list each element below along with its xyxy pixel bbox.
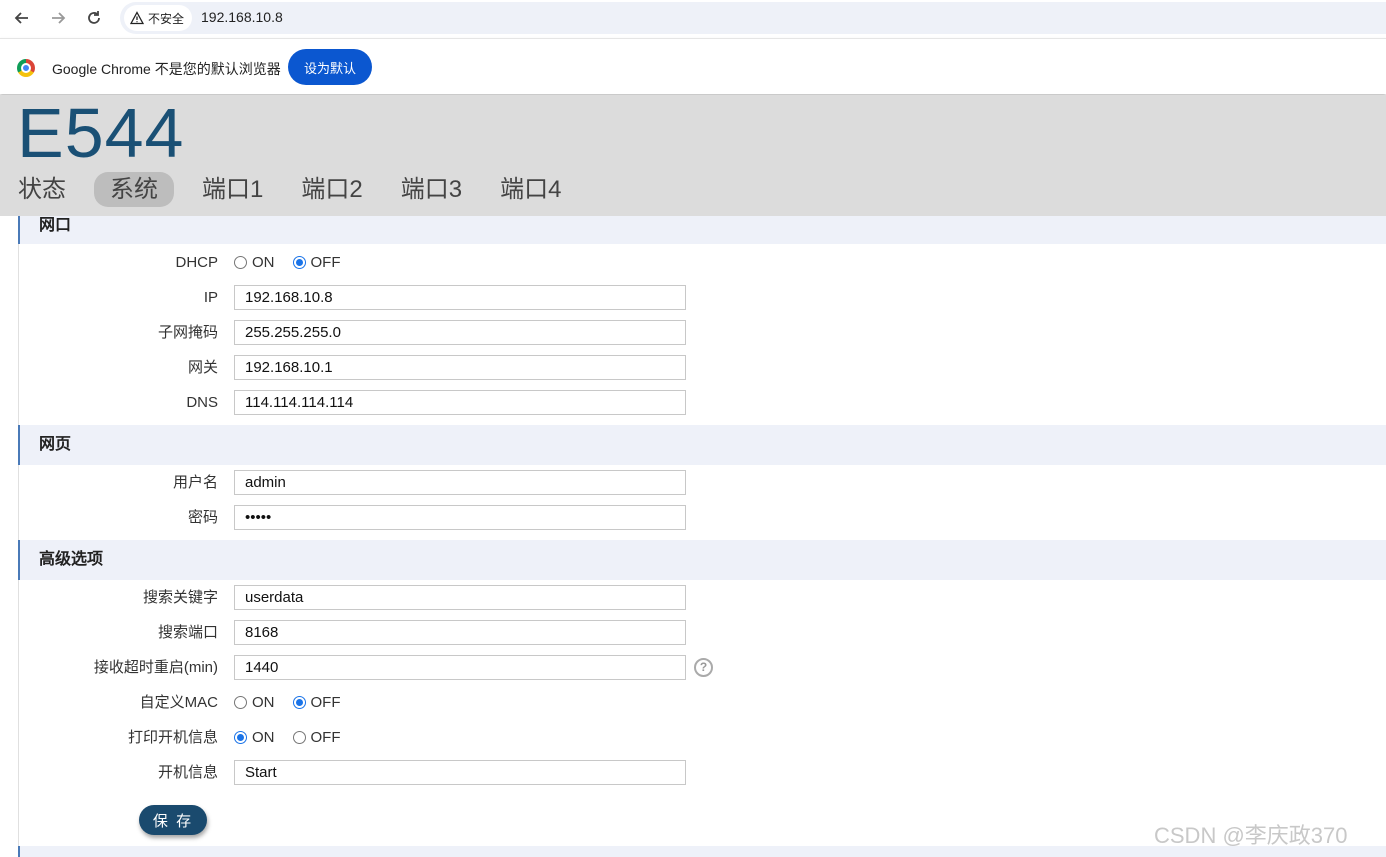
tab-port1[interactable]: 端口1 [192, 172, 273, 207]
password-input[interactable]: ••••• [234, 505, 686, 530]
tab-system[interactable]: 系统 [94, 172, 174, 207]
page-header: E544 状态 系统 端口1 端口2 端口3 端口4 [0, 94, 1386, 216]
username-row: 用户名 admin [18, 465, 1386, 500]
back-icon[interactable] [10, 6, 34, 30]
search-keyword-input[interactable]: userdata [234, 585, 686, 610]
reload-icon[interactable] [82, 6, 106, 30]
custom-mac-on-label[interactable]: ON [252, 694, 275, 711]
print-boot-off-radio[interactable] [292, 731, 306, 744]
print-boot-off-label[interactable]: OFF [311, 729, 341, 746]
custom-mac-off-label[interactable]: OFF [311, 694, 341, 711]
dhcp-off-radio[interactable] [292, 256, 306, 269]
web-page: E544 状态 系统 端口1 端口2 端口3 端口4 网口 DHCP ON OF… [0, 94, 1386, 857]
username-label: 用户名 [172, 474, 218, 491]
custom-mac-on-radio[interactable] [234, 696, 247, 709]
search-port-input[interactable]: 8168 [234, 620, 686, 645]
warning-icon [130, 11, 144, 25]
print-boot-radio-group: ON OFF [234, 720, 359, 755]
search-port-label: 搜索端口 [157, 624, 218, 641]
ip-label: IP [203, 289, 218, 306]
security-chip[interactable]: 不安全 [124, 5, 193, 31]
section-advanced-heading: 高级选项 [18, 540, 1386, 580]
infobar-message: Google Chrome 不是您的默认浏览器 [52, 61, 281, 77]
help-icon[interactable]: ? [694, 658, 713, 677]
custom-mac-label: 自定义MAC [139, 694, 218, 711]
boot-msg-row: 开机信息 Start [18, 755, 1386, 790]
security-label: 不安全 [148, 11, 185, 26]
watermark: CSDN @李庆政370 [1154, 823, 1348, 848]
save-button[interactable]: 保 存 [139, 805, 207, 835]
timeout-row: 接收超时重启(min) 1440 ? [18, 650, 1386, 685]
set-default-button[interactable]: 设为默认 [288, 49, 372, 85]
custom-mac-row: 自定义MAC ON OFF [18, 685, 1386, 720]
timeout-label: 接收超时重启(min) [93, 659, 218, 676]
url-text[interactable]: 192.168.10.8 [201, 9, 283, 25]
default-browser-infobar: Google Chrome 不是您的默认浏览器 设为默认 [0, 38, 1386, 94]
device-title: E544 [17, 94, 185, 172]
password-label: 密码 [187, 509, 218, 526]
address-bar[interactable]: 不安全 192.168.10.8 [120, 2, 1386, 34]
password-row: 密码 ••••• [18, 500, 1386, 535]
username-input[interactable]: admin [234, 470, 686, 495]
dns-row: DNS 114.114.114.114 [18, 385, 1386, 420]
main-tabs: 状态 系统 端口1 端口2 端口3 端口4 [8, 172, 589, 207]
boot-msg-label: 开机信息 [157, 764, 218, 781]
browser-toolbar: 不安全 192.168.10.8 [0, 0, 1386, 36]
dhcp-on-label[interactable]: ON [252, 254, 275, 271]
ip-row: IP 192.168.10.8 [18, 280, 1386, 315]
print-boot-label: 打印开机信息 [127, 729, 218, 746]
settings-form: 网口 DHCP ON OFF IP 192.168.10.8 子网掩码 255.… [18, 216, 1386, 857]
dns-input[interactable]: 114.114.114.114 [234, 390, 686, 415]
mask-label: 子网掩码 [157, 324, 218, 341]
print-boot-on-label[interactable]: ON [252, 729, 275, 746]
tab-port2[interactable]: 端口2 [291, 172, 372, 207]
search-keyword-row: 搜索关键字 userdata [18, 580, 1386, 615]
section-network-heading: 网口 [18, 216, 1386, 244]
search-port-row: 搜索端口 8168 [18, 615, 1386, 650]
dhcp-off-label[interactable]: OFF [311, 254, 341, 271]
search-keyword-label: 搜索关键字 [142, 589, 218, 606]
ip-input[interactable]: 192.168.10.8 [234, 285, 686, 310]
tab-port4[interactable]: 端口4 [490, 172, 571, 207]
gateway-row: 网关 192.168.10.1 [18, 350, 1386, 385]
boot-msg-input[interactable]: Start [234, 760, 686, 785]
print-boot-on-radio[interactable] [234, 731, 247, 744]
dhcp-radio-group: ON OFF [234, 245, 359, 280]
dns-label: DNS [186, 394, 218, 411]
mask-row: 子网掩码 255.255.255.0 [18, 315, 1386, 350]
mask-input[interactable]: 255.255.255.0 [234, 320, 686, 345]
dhcp-row: DHCP ON OFF [18, 245, 1386, 280]
tab-status[interactable]: 状态 [8, 172, 76, 207]
forward-icon[interactable] [46, 6, 70, 30]
gateway-input[interactable]: 192.168.10.1 [234, 355, 686, 380]
print-boot-row: 打印开机信息 ON OFF [18, 720, 1386, 755]
custom-mac-off-radio[interactable] [292, 696, 306, 709]
timeout-input[interactable]: 1440 [234, 655, 686, 680]
section-web-heading: 网页 [18, 425, 1386, 465]
dhcp-on-radio[interactable] [234, 256, 247, 269]
custom-mac-radio-group: ON OFF [234, 685, 359, 720]
tab-port3[interactable]: 端口3 [391, 172, 472, 207]
gateway-label: 网关 [187, 359, 218, 376]
dhcp-label: DHCP [175, 254, 218, 271]
chrome-logo-icon [17, 59, 35, 77]
